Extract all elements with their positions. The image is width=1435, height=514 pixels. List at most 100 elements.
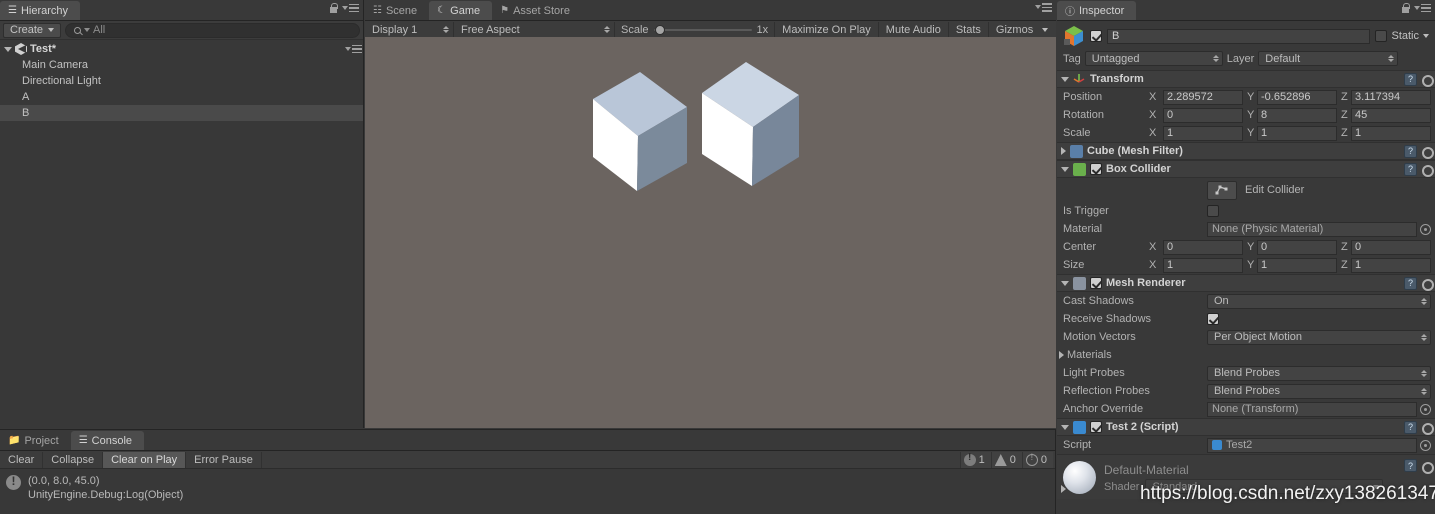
foldout-icon[interactable] <box>1061 485 1066 493</box>
error-counter[interactable]: 1 <box>959 452 991 468</box>
lock-icon[interactable] <box>1401 3 1410 13</box>
foldout-icon[interactable] <box>1061 166 1069 172</box>
hierarchy-search-input[interactable]: All <box>65 22 360 38</box>
layer-dropdown[interactable]: Default <box>1258 51 1399 66</box>
help-icon[interactable]: ? <box>1404 459 1417 472</box>
object-picker-icon[interactable] <box>1420 439 1431 451</box>
mute-audio-button[interactable]: Mute Audio <box>879 22 948 38</box>
center-x-field[interactable]: 0 <box>1163 239 1243 255</box>
position-x-field[interactable]: 2.289572 <box>1163 89 1243 105</box>
maximize-on-play-button[interactable]: Maximize On Play <box>775 22 878 38</box>
rotation-z-field[interactable]: 45 <box>1351 107 1431 123</box>
chevron-down-icon[interactable] <box>1423 34 1429 38</box>
center-z-field[interactable]: 0 <box>1351 239 1431 255</box>
tag-dropdown[interactable]: Untagged <box>1084 51 1223 66</box>
scale-x-field[interactable]: 1 <box>1163 125 1243 141</box>
script-field[interactable]: Test2 <box>1207 437 1417 453</box>
help-icon[interactable]: ? <box>1404 162 1417 176</box>
aspect-dropdown[interactable]: Free Aspect <box>454 22 614 38</box>
console-entry[interactable]: (0.0, 8.0, 45.0) UnityEngine.Debug:Log(O… <box>0 471 1055 502</box>
scale-slider[interactable] <box>653 22 752 38</box>
component-header-transform[interactable]: Transform ? <box>1057 70 1435 88</box>
stats-button[interactable]: Stats <box>949 22 988 38</box>
scene-menu-icon[interactable] <box>345 44 362 54</box>
gear-icon[interactable] <box>1420 421 1434 435</box>
slider-handle[interactable] <box>654 24 665 35</box>
mesh-renderer-enabled-checkbox[interactable] <box>1090 277 1102 289</box>
size-y-field[interactable]: 1 <box>1257 257 1337 273</box>
info-counter[interactable]: 0 <box>1021 452 1053 468</box>
hierarchy-item-a[interactable]: A <box>0 89 363 105</box>
hierarchy-scene-row[interactable]: Test* <box>0 41 363 57</box>
warning-counter[interactable]: 0 <box>990 452 1022 468</box>
tab-scene[interactable]: ☷ Scene <box>365 1 429 20</box>
clear-on-play-button[interactable]: Clear on Play <box>103 451 187 468</box>
gear-icon[interactable] <box>1420 145 1434 159</box>
shader-dropdown[interactable]: Standard <box>1145 479 1384 494</box>
rotation-y-field[interactable]: 8 <box>1257 107 1337 123</box>
box-collider-enabled-checkbox[interactable] <box>1090 163 1102 175</box>
size-z-field[interactable]: 1 <box>1351 257 1431 273</box>
size-x-field[interactable]: 1 <box>1163 257 1243 273</box>
create-button[interactable]: Create <box>3 22 62 38</box>
help-icon[interactable]: ? <box>1404 420 1417 434</box>
gear-icon[interactable] <box>1420 73 1434 87</box>
gear-icon[interactable] <box>1420 460 1434 474</box>
foldout-icon[interactable] <box>1061 76 1069 82</box>
position-z-field[interactable]: 3.117394 <box>1351 89 1431 105</box>
display-dropdown[interactable]: Display 1 <box>365 22 453 38</box>
anchor-override-field[interactable]: None (Transform) <box>1207 401 1417 417</box>
is-trigger-checkbox[interactable] <box>1207 205 1219 217</box>
position-y-field[interactable]: -0.652896 <box>1257 89 1337 105</box>
center-y-field[interactable]: 0 <box>1257 239 1337 255</box>
gizmos-chevron-icon[interactable] <box>1042 27 1049 32</box>
panel-menu-icon[interactable] <box>342 3 359 13</box>
object-picker-icon[interactable] <box>1420 403 1431 415</box>
scale-y-field[interactable]: 1 <box>1257 125 1337 141</box>
panel-menu-icon[interactable] <box>1414 3 1431 13</box>
tab-asset-store[interactable]: ⚑ Asset Store <box>492 1 582 20</box>
component-header-mesh-filter[interactable]: Cube (Mesh Filter) ? <box>1057 142 1435 160</box>
hierarchy-item-b[interactable]: B <box>0 105 363 121</box>
help-icon[interactable]: ? <box>1404 72 1417 86</box>
foldout-icon[interactable] <box>4 46 12 52</box>
error-pause-button[interactable]: Error Pause <box>186 451 262 468</box>
collapse-button[interactable]: Collapse <box>43 451 104 468</box>
component-header-script[interactable]: Test 2 (Script) ? <box>1057 418 1435 436</box>
lock-icon[interactable] <box>329 3 338 13</box>
hierarchy-item-directional-light[interactable]: Directional Light <box>0 73 363 89</box>
tab-console[interactable]: ☰ Console <box>70 431 145 450</box>
object-enabled-checkbox[interactable] <box>1090 30 1102 42</box>
foldout-icon[interactable] <box>1061 280 1069 286</box>
foldout-icon[interactable] <box>1061 424 1069 430</box>
motion-vectors-dropdown[interactable]: Per Object Motion <box>1207 329 1431 345</box>
script-enabled-checkbox[interactable] <box>1090 421 1102 433</box>
tab-game[interactable]: ☾ Game <box>429 1 493 20</box>
materials-row[interactable]: Materials <box>1057 346 1435 364</box>
tab-hierarchy[interactable]: ☰ Hierarchy <box>0 1 81 20</box>
gizmos-button[interactable]: Gizmos <box>989 22 1040 38</box>
gear-icon[interactable] <box>1420 163 1434 177</box>
reflection-probes-dropdown[interactable]: Blend Probes <box>1207 383 1431 399</box>
help-icon[interactable]: ? <box>1404 276 1417 290</box>
foldout-icon[interactable] <box>1061 147 1066 155</box>
scale-z-field[interactable]: 1 <box>1351 125 1431 141</box>
game-render-canvas[interactable] <box>365 37 1056 428</box>
cast-shadows-dropdown[interactable]: On <box>1207 293 1431 309</box>
tab-inspector[interactable]: ⓘ Inspector <box>1057 1 1137 20</box>
rotation-x-field[interactable]: 0 <box>1163 107 1243 123</box>
hierarchy-item-main-camera[interactable]: Main Camera <box>0 57 363 73</box>
help-icon[interactable]: ? <box>1404 144 1417 158</box>
object-name-field[interactable]: B <box>1107 28 1371 44</box>
clear-button[interactable]: Clear <box>0 451 44 468</box>
edit-collider-button[interactable] <box>1207 180 1237 200</box>
receive-shadows-checkbox[interactable] <box>1207 313 1219 325</box>
gear-icon[interactable] <box>1420 277 1434 291</box>
static-checkbox[interactable] <box>1375 30 1388 42</box>
tab-project[interactable]: 📁 Project <box>0 431 71 450</box>
physic-material-field[interactable]: None (Physic Material) <box>1207 221 1417 237</box>
component-header-box-collider[interactable]: Box Collider ? <box>1057 160 1435 178</box>
object-picker-icon[interactable] <box>1420 223 1431 235</box>
panel-menu-icon[interactable] <box>1035 3 1052 12</box>
component-header-mesh-renderer[interactable]: Mesh Renderer ? <box>1057 274 1435 292</box>
